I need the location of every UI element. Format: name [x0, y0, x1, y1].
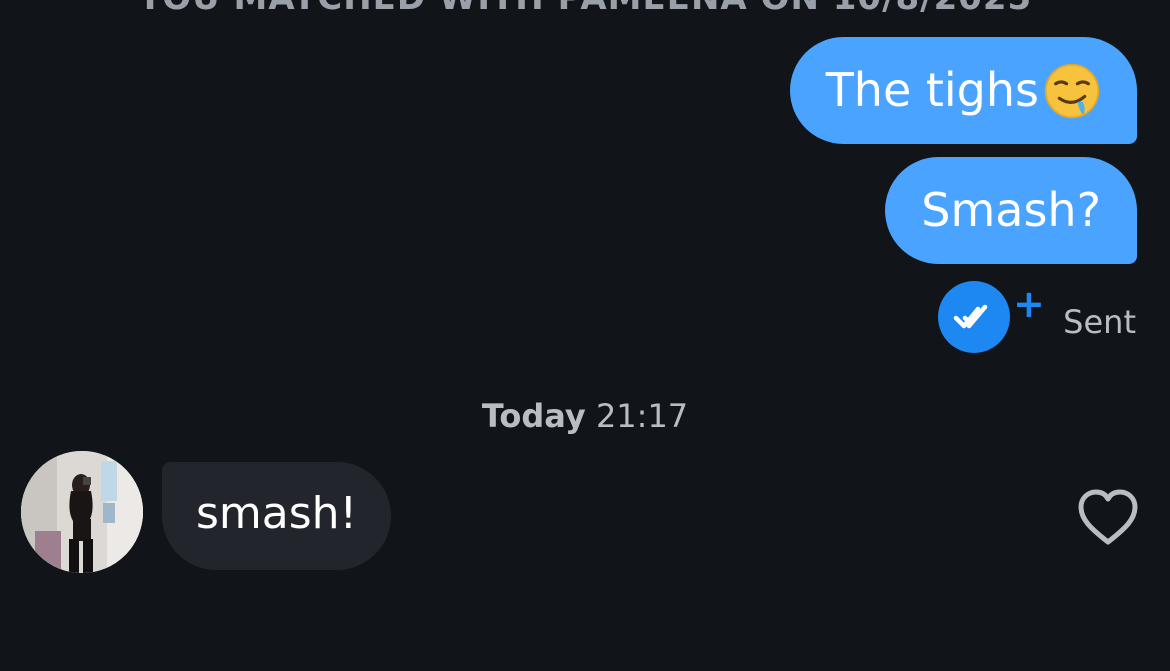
avatar[interactable]: [21, 451, 143, 573]
timestamp-time: 21:17: [595, 397, 689, 435]
message-text: The tighs: [825, 63, 1039, 117]
message-text: Smash?: [921, 183, 1101, 237]
plus-icon[interactable]: +: [1013, 285, 1045, 323]
outgoing-message-bubble[interactable]: Smash?: [885, 157, 1137, 264]
match-banner: YOU MATCHED WITH PAMEENA ON 10/8/2025: [0, 0, 1170, 18]
chat-screen: YOU MATCHED WITH PAMEENA ON 10/8/2025 Th…: [0, 0, 1170, 671]
heart-outline-icon[interactable]: [1076, 488, 1140, 546]
profile-photo: [21, 451, 143, 573]
sent-status-label: Sent: [1063, 303, 1136, 341]
timestamp-day: Today: [481, 397, 586, 435]
double-check-icon[interactable]: [938, 281, 1010, 353]
message-text: smash!: [196, 488, 358, 539]
drooling-face-emoji-icon: [1044, 63, 1100, 118]
message-timestamp: Today 21:17: [0, 396, 1170, 436]
outgoing-message-bubble[interactable]: The tighs: [789, 37, 1137, 144]
incoming-message-bubble[interactable]: smash!: [162, 462, 392, 570]
double-check-glyph-icon: [953, 304, 988, 329]
